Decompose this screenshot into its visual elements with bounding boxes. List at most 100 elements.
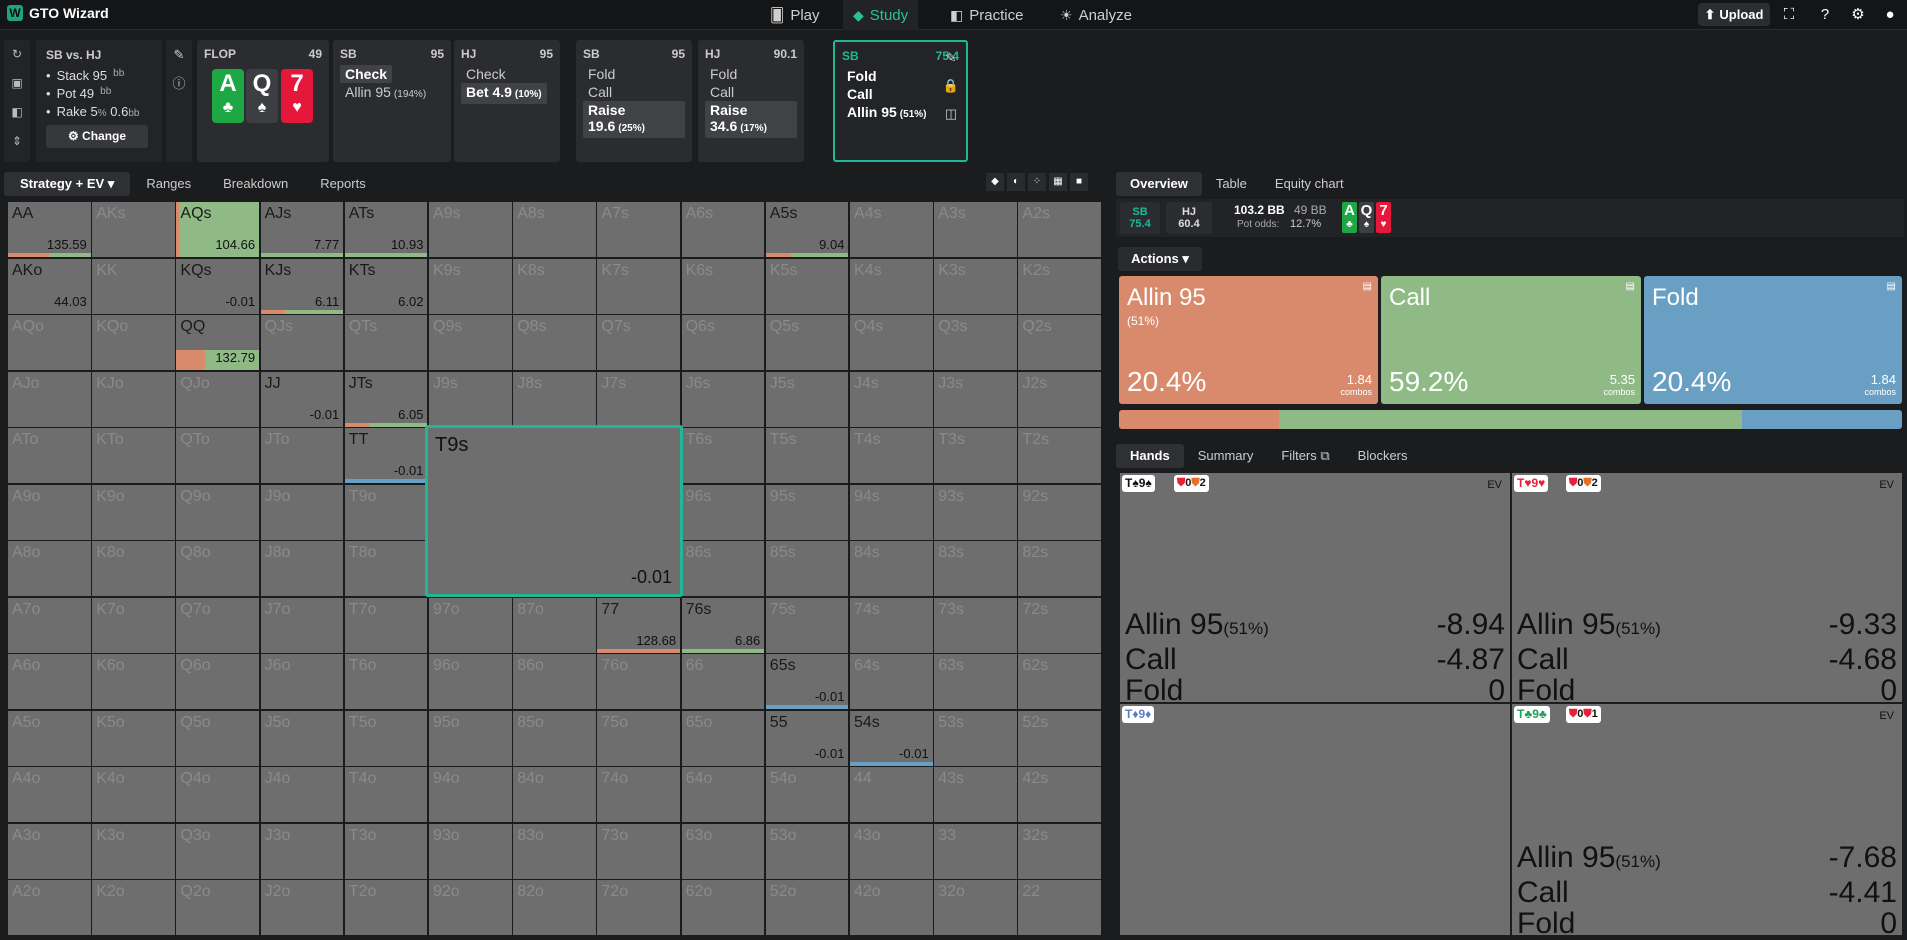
- controller-icon[interactable]: ◧: [4, 98, 30, 127]
- change-button[interactable]: ⚙ Change: [46, 125, 148, 148]
- app-logo[interactable]: W GTO Wizard: [7, 5, 109, 21]
- hand-cell[interactable]: KJs 6.11: [260, 258, 344, 314]
- combo-cell[interactable]: T♠9♠ ⛊0⛊2 EV Allin 95(51%) -8.94 Call -4.87 Fol…: [1120, 473, 1510, 702]
- hand-cell[interactable]: 75o: [597, 710, 681, 766]
- hand-cell[interactable]: 42s: [1018, 767, 1102, 822]
- screenshot-icon[interactable]: ⛶: [1779, 5, 1799, 25]
- hand-cell[interactable]: T6o: [344, 654, 428, 709]
- hand-cell[interactable]: 92o: [429, 880, 512, 935]
- hand-cell[interactable]: T5o: [344, 710, 428, 766]
- node-option[interactable]: Call: [705, 83, 797, 101]
- hand-cell[interactable]: 84o: [513, 767, 596, 822]
- hand-cell[interactable]: A3s: [934, 202, 1017, 257]
- action-node-0[interactable]: SB 95 Check Allin 95 (194%): [333, 40, 451, 162]
- combo-cell[interactable]: T♦9♦: [1120, 704, 1510, 935]
- hand-cell[interactable]: 72s: [1018, 597, 1102, 653]
- hand-cell[interactable]: AA 135.59: [8, 202, 91, 257]
- tab-filters[interactable]: Filters ⧉: [1267, 444, 1343, 468]
- tab-equity-chart[interactable]: Equity chart: [1261, 172, 1358, 196]
- hand-cell[interactable]: Q5s: [765, 315, 849, 370]
- hand-cell[interactable]: T3s: [934, 428, 1017, 483]
- hand-cell[interactable]: T4o: [344, 767, 428, 822]
- hand-cell[interactable]: Q4s: [850, 315, 933, 370]
- hand-cell[interactable]: 63o: [681, 823, 765, 879]
- hand-cell[interactable]: QTo: [176, 428, 260, 483]
- hand-cell[interactable]: Q3o: [176, 823, 260, 879]
- hand-cell[interactable]: 75s: [765, 597, 849, 653]
- hand-cell[interactable]: J4o: [260, 767, 344, 822]
- hand-cell[interactable]: K4o: [92, 767, 175, 822]
- hand-cell[interactable]: KTo: [92, 428, 175, 483]
- user-icon[interactable]: ●: [1880, 5, 1900, 25]
- node-option[interactable]: Check: [461, 65, 553, 83]
- tab-blockers[interactable]: Blockers: [1344, 444, 1422, 468]
- hand-cell[interactable]: 32o: [934, 880, 1017, 935]
- hand-cell[interactable]: JTs 6.05: [344, 371, 428, 427]
- hand-cell[interactable]: K6o: [92, 654, 175, 709]
- hand-cell[interactable]: 85o: [513, 710, 596, 766]
- hand-cell[interactable]: KQs -0.01: [176, 258, 260, 314]
- upload-button[interactable]: ⬆ Upload: [1698, 3, 1770, 26]
- hand-cell[interactable]: T5s: [765, 428, 849, 483]
- hand-cell[interactable]: K8s: [513, 258, 596, 314]
- hand-cell[interactable]: 33: [934, 823, 1017, 879]
- hand-cell[interactable]: AKo 44.03: [8, 258, 91, 314]
- hand-cell[interactable]: K9o: [92, 484, 175, 540]
- compare-icon[interactable]: ◫: [939, 100, 963, 128]
- hand-cell[interactable]: ATo: [8, 428, 91, 483]
- zoomed-hand-cell[interactable]: T9s -0.01: [425, 425, 683, 597]
- node-option[interactable]: Check: [340, 65, 393, 83]
- hand-cell[interactable]: 86s: [681, 541, 765, 596]
- hand-cell[interactable]: Q7o: [176, 597, 260, 653]
- expand-icon[interactable]: ▤: [1363, 281, 1372, 292]
- grid-icon[interactable]: ▦: [1049, 173, 1067, 191]
- hand-cell[interactable]: AQo: [8, 315, 91, 370]
- hand-cell[interactable]: J5o: [260, 710, 344, 766]
- hand-cell[interactable]: 86o: [513, 654, 596, 709]
- hand-cell[interactable]: 96o: [429, 654, 512, 709]
- hand-cell[interactable]: T2s: [1018, 428, 1102, 483]
- hand-cell[interactable]: 22: [1018, 880, 1102, 935]
- hand-cell[interactable]: Q9o: [176, 484, 260, 540]
- hand-cell[interactable]: 62s: [1018, 654, 1102, 709]
- tab-breakdown[interactable]: Breakdown: [207, 172, 304, 196]
- actions-dropdown[interactable]: Actions ▾: [1118, 247, 1202, 271]
- tab-overview[interactable]: Overview: [1116, 172, 1202, 196]
- combo-cell[interactable]: T♣9♣ ⛊0⛊1 EV Allin 95(51%) -7.68 Call -4.41 Fol…: [1512, 704, 1902, 935]
- hand-cell[interactable]: K8o: [92, 541, 175, 596]
- hand-cell[interactable]: T3o: [344, 823, 428, 879]
- hand-cell[interactable]: J9s: [429, 371, 512, 427]
- hand-cell[interactable]: 64o: [681, 767, 765, 822]
- hand-cell[interactable]: Q9s: [429, 315, 512, 370]
- hand-cell[interactable]: JTo: [260, 428, 344, 483]
- node-option[interactable]: Fold: [705, 65, 797, 83]
- node-option[interactable]: Fold: [583, 65, 685, 83]
- hand-cell[interactable]: K7o: [92, 597, 175, 653]
- node-option[interactable]: Raise 19.6 (25%): [583, 101, 685, 138]
- hand-cell[interactable]: 43s: [934, 767, 1017, 822]
- hand-cell[interactable]: J6o: [260, 654, 344, 709]
- tab-ranges[interactable]: Ranges: [130, 172, 207, 196]
- hand-cell[interactable]: 76o: [597, 654, 681, 709]
- hand-cell[interactable]: AJs 7.77: [260, 202, 344, 257]
- hand-cell[interactable]: J4s: [850, 371, 933, 427]
- hand-cell[interactable]: K2o: [92, 880, 175, 935]
- action-box-call[interactable]: Call 59.2% 5.35 combos ▤: [1381, 276, 1641, 404]
- save-icon[interactable]: ▣: [4, 69, 30, 98]
- combo-cell[interactable]: T♥9♥ ⛊0⛊2 EV Allin 95(51%) -9.33 Call -4.68 Fol…: [1512, 473, 1902, 702]
- hand-cell[interactable]: 43o: [850, 823, 933, 879]
- expand-icon[interactable]: ▤: [1626, 281, 1635, 292]
- node-option[interactable]: Raise 34.6 (17%): [705, 101, 797, 138]
- cube-icon[interactable]: ◆: [986, 173, 1004, 191]
- hand-cell[interactable]: Q8o: [176, 541, 260, 596]
- hand-cell[interactable]: A3o: [8, 823, 91, 879]
- hand-cell[interactable]: T6s: [681, 428, 765, 483]
- hand-cell[interactable]: K2s: [1018, 258, 1102, 314]
- node-option[interactable]: Call: [583, 83, 685, 101]
- hand-cell[interactable]: 52s: [1018, 710, 1102, 766]
- tab-strategy-ev[interactable]: Strategy + EV ▾: [4, 172, 131, 196]
- hand-cell[interactable]: K5o: [92, 710, 175, 766]
- hand-cell[interactable]: QQ 132.79: [176, 315, 260, 370]
- lock-icon[interactable]: 🔒: [939, 72, 963, 100]
- hand-cell[interactable]: 63s: [934, 654, 1017, 709]
